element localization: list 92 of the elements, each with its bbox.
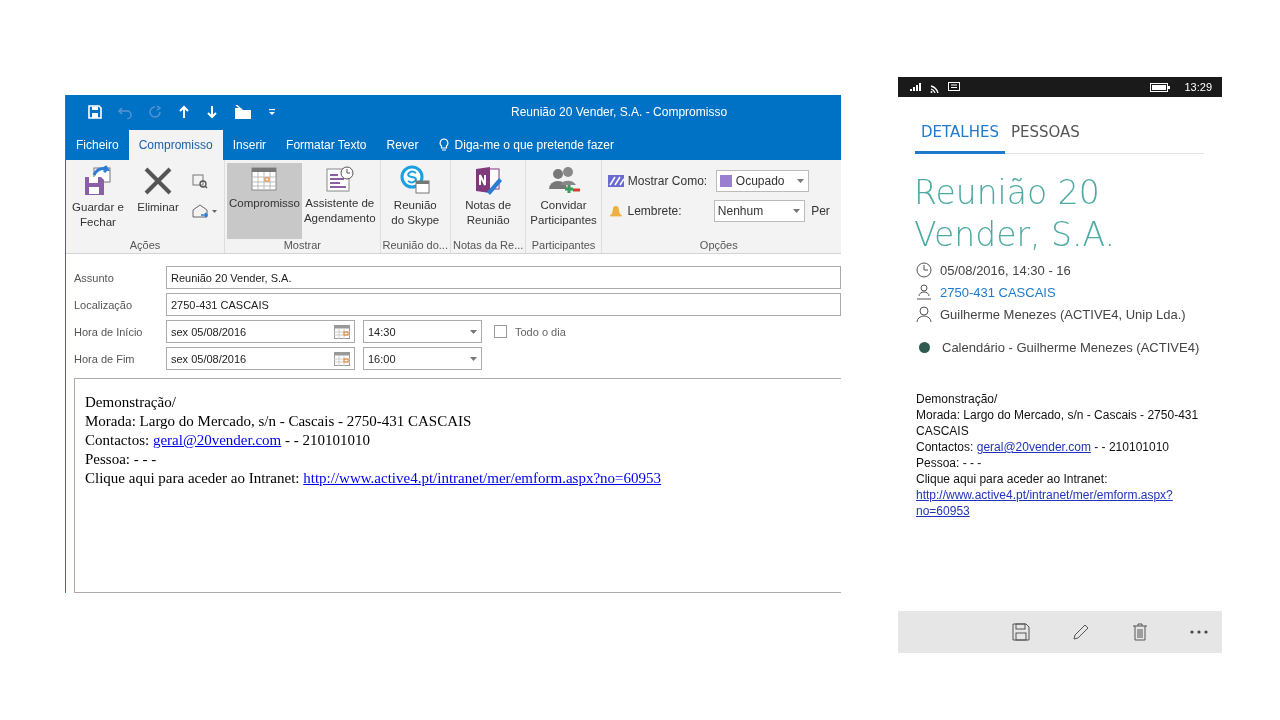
group-label: Ações — [129, 239, 161, 253]
pivot-tab[interactable]: PESSOAS — [1004, 119, 1086, 154]
window-title: Reunião 20 Vender, S.A. - Compromisso — [511, 104, 728, 119]
delete-icon — [142, 165, 174, 197]
calendar-search-icon[interactable] — [192, 173, 208, 189]
all-day-label: Todo o dia — [515, 325, 566, 338]
up-arrow-icon[interactable] — [178, 104, 190, 119]
body-line: Demonstração/ — [916, 391, 999, 407]
clock-time: 13:29 — [1184, 81, 1212, 93]
location-link[interactable]: 2750-431 CASCAIS — [940, 284, 1056, 300]
show-as-label: Mostrar Como: — [627, 174, 709, 188]
body-link[interactable]: http://www.active4.pt/intranet/mer/emform.aspx?no=60953 — [916, 487, 1188, 519]
time-dropdown[interactable]: 16:00 — [363, 347, 482, 370]
ribbon-tab[interactable]: Compromisso — [128, 130, 223, 160]
message-body[interactable] — [74, 378, 841, 593]
date-field[interactable]: sex 05/08/2016 — [166, 320, 355, 343]
pivot-tab[interactable]: DETALHES — [915, 119, 1005, 154]
save-icon[interactable] — [1012, 623, 1030, 641]
more-icon[interactable] — [1190, 630, 1208, 634]
folder-arrow-icon[interactable] — [234, 104, 252, 119]
pencil-icon[interactable] — [1072, 623, 1090, 641]
clock-icon — [916, 262, 932, 278]
event-time: 05/08/2016, 14:30 - 16 — [940, 262, 1071, 278]
caret-icon — [796, 179, 804, 183]
group-label: Opções — [699, 239, 738, 253]
caret-icon — [470, 356, 477, 361]
calendar-name: Calendário - Guilherme Menezes (ACTIVE4) — [942, 340, 1200, 355]
forward-envelope-icon[interactable] — [192, 203, 218, 219]
calendar-icon[interactable] — [334, 351, 350, 366]
group-label: Mostrar — [283, 239, 321, 253]
body-line: Contactos: geral@20vender.com - - 210101010 — [85, 431, 372, 450]
delete-icon[interactable] — [1132, 623, 1148, 641]
ribbon-tab[interactable]: Ficheiro — [66, 130, 129, 160]
start-time-label: Hora de Início — [74, 325, 144, 338]
end-time-label: Hora de Fim — [74, 352, 136, 365]
reminder-label: Lembrete: — [627, 204, 683, 218]
group-label: Participantes — [531, 239, 596, 253]
ribbon-tab[interactable]: Rever — [376, 130, 429, 160]
group-label: Notas da Re... — [453, 239, 524, 253]
bell-icon — [607, 204, 624, 218]
show-as-icon — [607, 175, 624, 187]
schedule-clock-icon — [324, 165, 355, 193]
skype-meeting-button[interactable]: Reunião do Skype — [385, 163, 446, 239]
person-icon — [916, 306, 932, 322]
meeting-notes-button[interactable]: Notas de Reunião — [458, 163, 519, 239]
customize-caret-icon[interactable] — [268, 106, 276, 117]
location-person-icon — [916, 284, 932, 300]
show-as-dropdown[interactable]: Ocupado — [715, 170, 809, 192]
invite-attendees-button[interactable]: Convidar Participantes — [528, 163, 599, 239]
notebook-pen-icon — [473, 165, 504, 195]
body-line: Contactos: geral@20vender.com - - 210101010 — [916, 439, 1170, 455]
time-dropdown[interactable]: 14:30 — [363, 320, 482, 343]
organizer-name: Guilherme Menezes (ACTIVE4, Unip Lda.) — [940, 306, 1186, 322]
reminder-dropdown[interactable]: Nenhum — [713, 200, 806, 222]
skype-calendar-icon — [399, 165, 432, 195]
location-field[interactable]: 2750-431 CASCAIS — [166, 293, 841, 316]
caret-icon — [793, 209, 801, 213]
delete-button[interactable]: Eliminar — [128, 163, 188, 239]
scheduling-assistant-button[interactable]: Assistente de Agendamento — [301, 163, 378, 239]
group-label: Reunião do... — [382, 239, 448, 253]
signal-icon — [910, 82, 924, 92]
location-label: Localização — [74, 298, 134, 311]
body-line: Morada: Largo do Mercado, s/n - Cascais - 2750-431 CASCAIS — [85, 412, 473, 431]
ribbon-tab[interactable]: Formatar Texto — [276, 130, 377, 160]
body-line: Pessoa: - - - — [916, 455, 983, 471]
people-add-icon — [546, 165, 581, 195]
save-close-button[interactable]: Guardar e Fechar — [68, 163, 128, 239]
battery-icon — [1150, 82, 1171, 92]
calendar-icon — [250, 165, 279, 193]
save-close-icon — [82, 165, 114, 197]
subject-label: Assunto — [74, 271, 115, 284]
body-link[interactable]: geral@20vender.com — [976, 440, 1091, 454]
body-line: Clique aqui para aceder ao Intranet: http://www.active4.pt/intranet/mer/emform.aspx?no=60953 — [85, 469, 663, 488]
tell-me-field[interactable]: Diga-me o que pretende fazer — [428, 130, 624, 160]
lightbulb-icon — [438, 138, 449, 152]
caret-icon — [470, 329, 477, 334]
event-title: Reunião 20 Vender, S.A. — [914, 172, 1116, 256]
appointment-button[interactable]: Compromisso — [227, 163, 302, 239]
body-line: Morada: Largo do Mercado, s/n - Cascais - 2750-431 CASCAIS — [916, 407, 1200, 439]
options-label: Per — [811, 204, 830, 218]
date-field[interactable]: sex 05/08/2016 — [166, 347, 355, 370]
ribbon-tab[interactable]: Inserir — [222, 130, 277, 160]
calendar-icon[interactable] — [334, 324, 350, 339]
body-link[interactable]: geral@20vender.com — [152, 432, 282, 448]
all-day-checkbox[interactable] — [494, 325, 507, 338]
subject-field[interactable]: Reunião 20 Vender, S.A. — [166, 266, 841, 289]
body-line: Demonstração/ — [85, 393, 177, 412]
body-line: Pessoa: - - - — [85, 450, 158, 469]
down-arrow-icon[interactable] — [206, 104, 218, 119]
body-link[interactable]: http://www.active4.pt/intranet/mer/emform.aspx?no=60953 — [303, 470, 662, 486]
body-line: Clique aqui para aceder ao Intranet: — [916, 471, 1109, 487]
message-icon — [948, 81, 960, 93]
